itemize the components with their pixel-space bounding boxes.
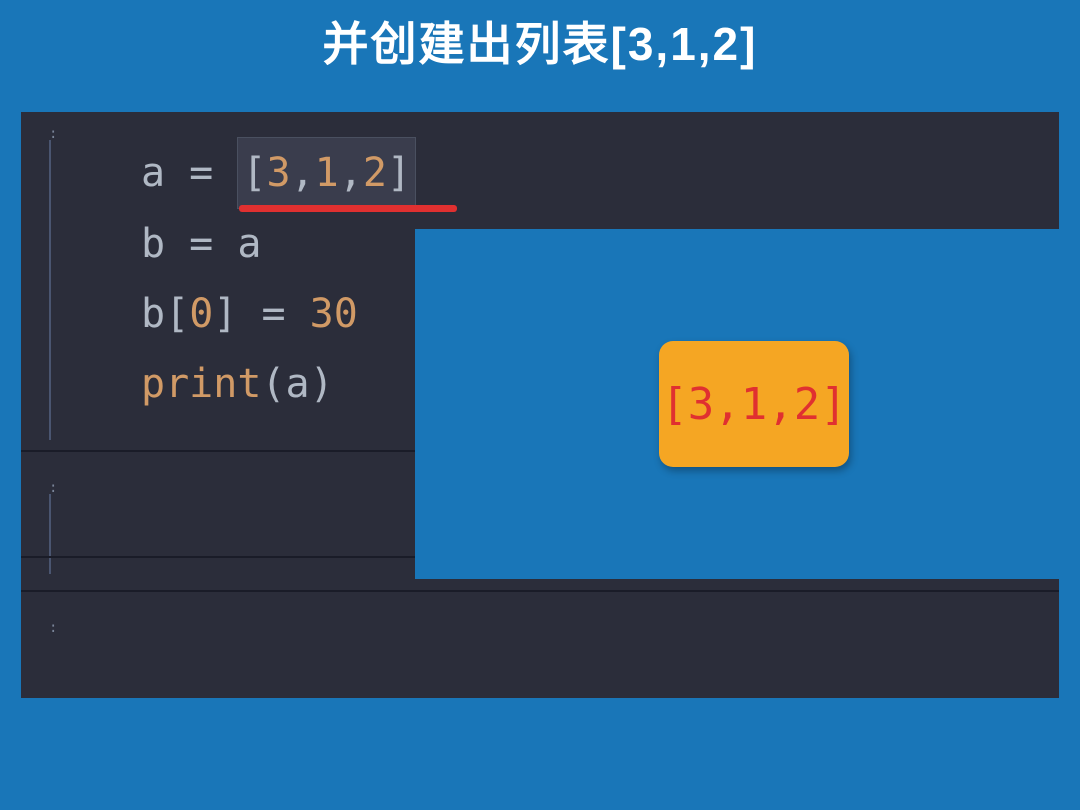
token-var: a — [286, 361, 310, 407]
gutter-marker: : — [49, 620, 57, 636]
code-editor: : : : a = [3,1,2] b = a b[0] = 30 print(… — [21, 112, 1059, 698]
highlighted-expression: [3,1,2] — [237, 137, 416, 209]
separator-line — [21, 590, 1059, 592]
illustration-panel: [3,1,2] — [415, 229, 1059, 579]
gutter-foldline — [49, 140, 51, 440]
token-bracket: [ — [165, 291, 189, 337]
editor-gutter: : : : — [21, 112, 61, 698]
token-var: b — [141, 221, 165, 267]
list-memory-box: [3,1,2] — [659, 341, 849, 467]
red-underline — [239, 205, 457, 212]
token-number: 3 — [266, 150, 290, 196]
token-comma: , — [291, 150, 315, 196]
code-line-4: print(a) — [141, 349, 416, 419]
token-bracket: [ — [242, 150, 266, 196]
token-keyword: print — [141, 361, 261, 407]
token-number: 1 — [315, 150, 339, 196]
token-number: 30 — [310, 291, 358, 337]
token-var: a — [237, 221, 261, 267]
token-number: 2 — [363, 150, 387, 196]
code-block: a = [3,1,2] b = a b[0] = 30 print(a) — [141, 137, 416, 419]
token-var: b — [141, 291, 165, 337]
code-line-2: b = a — [141, 209, 416, 279]
code-line-1: a = [3,1,2] — [141, 137, 416, 209]
token-var: a — [141, 150, 165, 196]
token-op: = — [237, 291, 309, 337]
token-op: = — [165, 150, 237, 196]
gutter-foldline — [49, 494, 51, 574]
page-title: 并创建出列表[3,1,2] — [0, 0, 1080, 74]
token-bracket: ] — [213, 291, 237, 337]
code-line-3: b[0] = 30 — [141, 279, 416, 349]
token-op: = — [165, 221, 237, 267]
list-value: [3,1,2] — [661, 379, 846, 430]
token-paren: ) — [310, 361, 334, 407]
token-paren: ( — [261, 361, 285, 407]
token-number: 0 — [189, 291, 213, 337]
token-bracket: ] — [387, 150, 411, 196]
token-comma: , — [339, 150, 363, 196]
